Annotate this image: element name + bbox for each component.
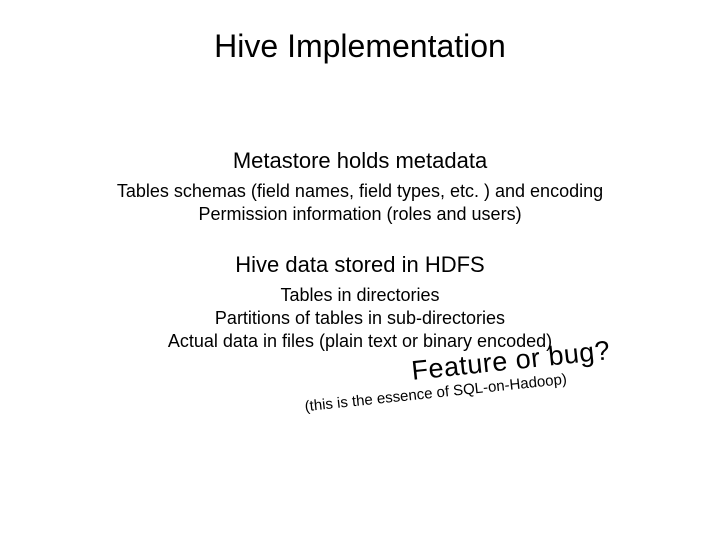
section-2-heading: Hive data stored in HDFS (0, 252, 720, 278)
section-2-line-1: Tables in directories (0, 284, 720, 307)
slide: Hive Implementation Metastore holds meta… (0, 0, 720, 540)
section-2-line-2: Partitions of tables in sub-directories (0, 307, 720, 330)
slide-title: Hive Implementation (0, 28, 720, 65)
section-1-body: Tables schemas (field names, field types… (0, 180, 720, 226)
section-2-body: Tables in directories Partitions of tabl… (0, 284, 720, 353)
section-1-line-1: Tables schemas (field names, field types… (0, 180, 720, 203)
section-1-heading: Metastore holds metadata (0, 148, 720, 174)
section-1-line-2: Permission information (roles and users) (0, 203, 720, 226)
section-2-line-3: Actual data in files (plain text or bina… (0, 330, 720, 353)
